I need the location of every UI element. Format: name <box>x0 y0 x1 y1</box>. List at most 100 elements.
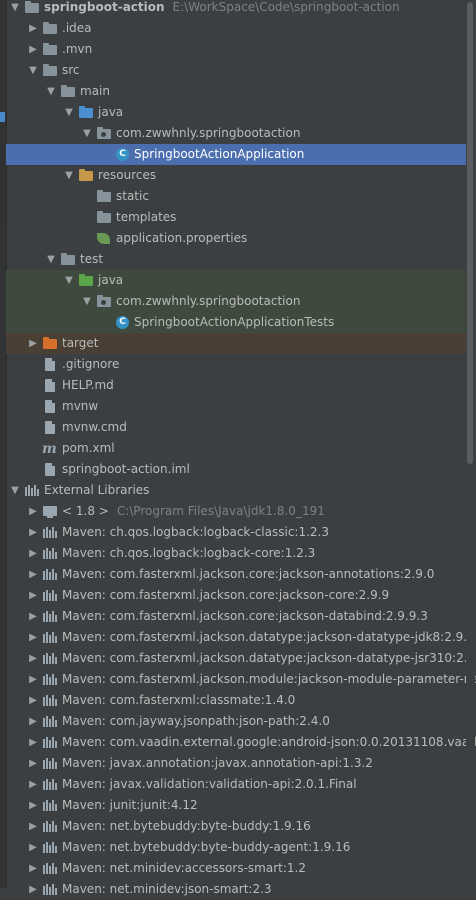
tree-row[interactable]: ▼ resources <box>6 165 466 186</box>
tree-row[interactable]: ▶ .idea <box>6 18 466 39</box>
expand-right-icon[interactable]: ▶ <box>28 816 38 837</box>
tree-row[interactable]: application.properties <box>6 228 466 249</box>
expand-right-icon[interactable]: ▶ <box>28 522 38 543</box>
tree-row[interactable]: HELP.md <box>6 375 466 396</box>
expand-down-icon[interactable]: ▼ <box>10 480 20 501</box>
tree-row-label: test <box>80 252 104 266</box>
tree-row[interactable]: ▶ Maven: javax.validation:validation-api:… <box>6 774 466 795</box>
expand-right-icon[interactable]: ▶ <box>28 39 38 60</box>
tree-row-label: Maven: javax.annotation:javax.annotation… <box>62 756 373 770</box>
tree-row[interactable]: ▶ Maven: net.bytebuddy:byte-buddy-agent:1… <box>6 837 466 858</box>
tree-row[interactable]: ▶ Maven: javax.annotation:javax.annotatio… <box>6 753 466 774</box>
tree-row[interactable]: ▶ Maven: com.fasterxml.jackson.datatype:j… <box>6 648 476 669</box>
tree-row[interactable]: .gitignore <box>6 354 466 375</box>
expand-down-icon[interactable]: ▼ <box>46 249 56 270</box>
tree-row[interactable]: ▼ src <box>6 60 466 81</box>
tree-row-label: Maven: net.minidev:accessors-smart:1.2 <box>62 861 306 875</box>
tree-row[interactable]: ▶ .mvn <box>6 39 466 60</box>
tree-row[interactable]: C SpringbootActionApplicationTests <box>6 312 466 333</box>
library-icon <box>42 798 58 813</box>
tree-row-path-hint: C:\Program Files\Java\jdk1.8.0_191 <box>116 504 325 518</box>
expand-right-icon[interactable]: ▶ <box>28 879 38 900</box>
tree-row[interactable]: ▶ Maven: net.minidev:accessors-smart:1.2 <box>6 858 466 879</box>
tree-row[interactable]: ▼ springboot-action E:\WorkSpace\Code\spri… <box>6 0 466 18</box>
tree-row[interactable]: templates <box>6 207 466 228</box>
expand-right-icon[interactable]: ▶ <box>28 732 38 753</box>
expand-right-icon[interactable]: ▶ <box>28 501 38 522</box>
tree-row[interactable]: ▼ com.zwwhnly.springbootaction <box>6 123 466 144</box>
tree-row-label: .mvn <box>62 42 93 56</box>
tree-row[interactable]: static <box>6 186 466 207</box>
tree-row[interactable]: ▶ Maven: com.fasterxml.jackson.core:jacks… <box>6 606 466 627</box>
tree-row[interactable]: ▶ Maven: com.fasterxml.jackson.core:jacks… <box>6 564 466 585</box>
tree-row[interactable]: mvnw <box>6 396 466 417</box>
expand-right-icon[interactable]: ▶ <box>28 564 38 585</box>
tree-row[interactable]: ▶ Maven: com.fasterxml.jackson.module:jac… <box>6 669 476 690</box>
tree-row-label: Maven: com.fasterxml.jackson.datatype:ja… <box>62 651 476 665</box>
library-icon <box>42 756 58 771</box>
expand-right-icon[interactable]: ▶ <box>28 18 38 39</box>
tree-row-label: Maven: ch.qos.logback:logback-core:1.2.3 <box>62 546 316 560</box>
expand-right-icon[interactable]: ▶ <box>28 669 38 690</box>
expand-right-icon[interactable]: ▶ <box>28 753 38 774</box>
tree-row[interactable]: ▼ com.zwwhnly.springbootaction <box>6 291 466 312</box>
jdk-icon <box>42 504 58 519</box>
tree-row[interactable]: ▶ Maven: net.minidev:json-smart:2.3 <box>6 879 466 900</box>
tree-row[interactable]: ▼ External Libraries <box>6 480 466 501</box>
library-icon <box>42 588 58 603</box>
tree-row[interactable]: ▶ Maven: ch.qos.logback:logback-core:1.2.… <box>6 543 466 564</box>
library-icon <box>42 840 58 855</box>
tree-row[interactable]: springboot-action.iml <box>6 459 466 480</box>
tree-row-label: < 1.8 > C:\Program Files\Java\jdk1.8.0_19… <box>62 504 325 518</box>
tree-row[interactable]: ▶ target <box>6 333 466 354</box>
spring-class-icon: C <box>114 147 130 162</box>
expand-right-icon[interactable]: ▶ <box>28 711 38 732</box>
tree-row[interactable]: ▼ java <box>6 270 466 291</box>
tree-row-label: .idea <box>62 21 92 35</box>
expand-down-icon[interactable]: ▼ <box>64 165 74 186</box>
tree-row[interactable]: ▶ < 1.8 > C:\Program Files\Java\jdk1.8.0_1… <box>6 501 466 522</box>
expand-down-icon[interactable]: ▼ <box>82 123 92 144</box>
expand-down-icon[interactable]: ▼ <box>46 81 56 102</box>
tree-row[interactable]: ▶ Maven: net.bytebuddy:byte-buddy:1.9.16 <box>6 816 466 837</box>
expand-right-icon[interactable]: ▶ <box>28 690 38 711</box>
expand-down-icon[interactable]: ▼ <box>82 291 92 312</box>
tree-row-label: java <box>98 105 124 119</box>
expand-right-icon[interactable]: ▶ <box>28 774 38 795</box>
tree-row[interactable]: ▶ Maven: com.fasterxml.jackson.datatype:j… <box>6 627 475 648</box>
file-icon <box>42 399 58 414</box>
expand-down-icon[interactable]: ▼ <box>10 0 20 18</box>
scrollbar-thumb[interactable] <box>467 2 473 464</box>
expand-down-icon[interactable]: ▼ <box>64 270 74 291</box>
tree-row[interactable]: ▶ Maven: com.fasterxml.jackson.core:jacks… <box>6 585 466 606</box>
vertical-scrollbar[interactable] <box>466 0 475 888</box>
tree-row-label: springboot-action E:\WorkSpace\Code\sprin… <box>44 0 400 14</box>
expand-right-icon[interactable]: ▶ <box>28 858 38 879</box>
tree-row[interactable]: ▶ Maven: com.fasterxml:classmate:1.4.0 <box>6 690 466 711</box>
expand-right-icon[interactable]: ▶ <box>28 333 38 354</box>
expand-right-icon[interactable]: ▶ <box>28 543 38 564</box>
tree-row-label: static <box>116 189 149 203</box>
expand-right-icon[interactable]: ▶ <box>28 648 38 669</box>
tree-row-label: Maven: com.fasterxml.jackson.module:jack… <box>62 672 476 686</box>
tree-row[interactable]: ▼ main <box>6 81 466 102</box>
tree-row-label: src <box>62 63 80 77</box>
tree-row[interactable]: mvnw.cmd <box>6 417 466 438</box>
tree-row[interactable]: ▶ Maven: junit:junit:4.12 <box>6 795 466 816</box>
tree-row[interactable]: ▼ test <box>6 249 466 270</box>
tree-row[interactable]: ▶ Maven: com.vaadin.external.google:andro… <box>6 732 476 753</box>
tree-row[interactable]: C SpringbootActionApplication <box>6 144 466 165</box>
project-tree[interactable]: ▼ springboot-action E:\WorkSpace\Code\spri… <box>0 0 476 896</box>
expand-right-icon[interactable]: ▶ <box>28 627 38 648</box>
expand-down-icon[interactable]: ▼ <box>64 102 74 123</box>
expand-right-icon[interactable]: ▶ <box>28 606 38 627</box>
expand-right-icon[interactable]: ▶ <box>28 837 38 858</box>
tree-row[interactable]: ▶ Maven: ch.qos.logback:logback-classic:1… <box>6 522 466 543</box>
tree-row[interactable]: m pom.xml <box>6 438 466 459</box>
tree-row[interactable]: ▶ Maven: com.jayway.jsonpath:json-path:2.… <box>6 711 466 732</box>
expand-right-icon[interactable]: ▶ <box>28 795 38 816</box>
expand-right-icon[interactable]: ▶ <box>28 585 38 606</box>
expand-down-icon[interactable]: ▼ <box>28 60 38 81</box>
tree-row-label: pom.xml <box>62 441 115 455</box>
tree-row[interactable]: ▼ java <box>6 102 466 123</box>
